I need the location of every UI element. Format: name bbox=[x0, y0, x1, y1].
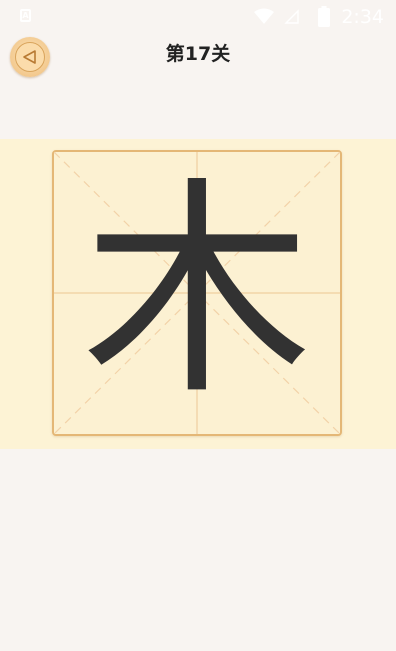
page-title: 第17关 bbox=[165, 43, 231, 65]
screen: A 2:34 第17关 木 bbox=[0, 0, 396, 651]
practice-character: 木 bbox=[81, 159, 312, 426]
wifi-icon bbox=[254, 8, 274, 24]
status-time: 2:34 bbox=[341, 6, 384, 28]
signal-icon bbox=[284, 9, 299, 24]
battery-icon bbox=[318, 6, 330, 27]
status-bar: A 2:34 bbox=[0, 0, 396, 34]
notification-icon: A bbox=[20, 9, 31, 22]
